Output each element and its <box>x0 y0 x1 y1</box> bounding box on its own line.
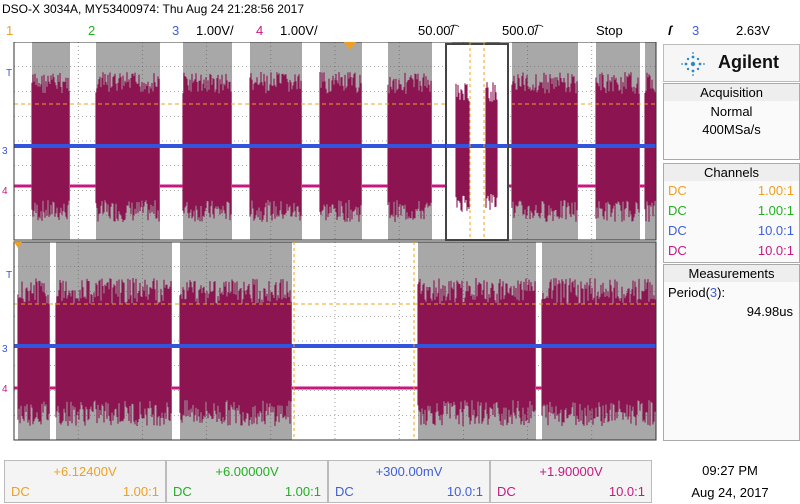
measurements-panel: Period(3): 94.98us <box>663 282 800 441</box>
measurement-value: 94.98us <box>746 304 793 319</box>
channel-1-row[interactable]: DC 1.00:1 <box>668 183 794 203</box>
ch4-number[interactable]: 4 <box>256 23 263 38</box>
waveform-display[interactable]: T 3 4 T 3 4 <box>0 42 660 442</box>
ch3-number[interactable]: 3 <box>172 23 179 38</box>
sparkle-logo-icon <box>681 52 705 76</box>
ch1-probe: 1.00:1 <box>122 484 159 499</box>
clock: 09:27 PM Aug 24, 2017 <box>660 460 800 504</box>
ch4-probe: 10.0:1 <box>608 484 645 499</box>
signal-gap <box>578 42 596 240</box>
signal-gap <box>160 42 183 240</box>
signal-gap <box>536 242 542 440</box>
measurements-header[interactable]: Measurements <box>663 264 800 283</box>
clock-time: 09:27 PM <box>702 463 758 478</box>
ch3-offset-value: +300.00mV <box>375 464 443 479</box>
channel-scale-bar: 1 2 3 1.00V/ 4 1.00V/ 50.00͡/ 500.0͡/ St… <box>0 22 660 42</box>
measurement-label[interactable]: Period(3): <box>668 285 799 300</box>
channel-2-row[interactable]: DC 1.00:1 <box>668 203 794 223</box>
run-state[interactable]: Stop <box>596 23 623 38</box>
brand-name: Agilent <box>718 52 779 72</box>
zoom-window <box>445 43 509 241</box>
ch4-burst <box>179 278 292 426</box>
acquisition-mode: Normal <box>710 104 753 119</box>
signal-gap <box>70 42 96 240</box>
zoom-trigger-marker: T <box>6 270 12 281</box>
ch1-number[interactable]: 1 <box>6 23 13 38</box>
signal-gap <box>302 42 320 240</box>
signal-gap <box>362 42 388 240</box>
ch3-coupling: DC <box>335 484 354 499</box>
ch2-probe: 1.00:1 <box>284 484 321 499</box>
zoom-ch3-marker: 3 <box>2 344 8 355</box>
ch2-coupling: DC <box>173 484 192 499</box>
timebase-zoom: 500.0͡/ <box>502 23 539 38</box>
channel-3-row[interactable]: DC 10.0:1 <box>668 223 794 243</box>
trigger-info: ſ 3 2.63V <box>664 22 800 42</box>
ch1-coupling: DC <box>11 484 30 499</box>
ch4-burst <box>417 278 536 426</box>
brand-logo: Agilent <box>663 44 800 82</box>
ch2-number[interactable]: 2 <box>88 23 95 38</box>
sample-rate: 400MSa/s <box>702 122 761 137</box>
channel-4-row[interactable]: DC 10.0:1 <box>668 243 794 263</box>
ch4-burst <box>55 278 172 426</box>
ch4-scale: 1.00V/ <box>280 23 318 38</box>
ch2-offset-value: +6.00000V <box>215 464 279 479</box>
channels-panel: DC 1.00:1 DC 1.00:1 DC 10.0:1 DC 10.0:1 <box>663 181 800 263</box>
overview-pane <box>13 42 657 241</box>
ch2-offset-cell[interactable]: +6.00000V DC 1.00:1 <box>166 460 328 503</box>
trigger-edge-icon: ſ <box>668 23 672 38</box>
ch4-coupling: DC <box>497 484 516 499</box>
ch4-ground-marker: 4 <box>2 186 8 197</box>
ch3-ground-marker: 3 <box>2 146 8 157</box>
ch4-offset-value: +1.90000V <box>539 464 603 479</box>
channels-header[interactable]: Channels <box>663 163 800 182</box>
zoom-pane <box>13 241 657 441</box>
clock-date: Aug 24, 2017 <box>691 485 769 500</box>
window-title: DSO-X 3034A, MY53400974: Thu Aug 24 21:2… <box>2 2 305 16</box>
trigger-level-marker: T <box>6 68 12 79</box>
ch1-offset-value: +6.12400V <box>53 464 117 479</box>
timebase-main: 50.00͡/ <box>418 23 455 38</box>
ch3-scale: 1.00V/ <box>196 23 234 38</box>
acquisition-header[interactable]: Acquisition <box>663 83 800 102</box>
zoom-ch4-marker: 4 <box>2 384 8 395</box>
ch4-offset-cell[interactable]: +1.90000V DC 10.0:1 <box>490 460 652 503</box>
ch3-offset-cell[interactable]: +300.00mV DC 10.0:1 <box>328 460 490 503</box>
trigger-level: 2.63V <box>736 23 770 38</box>
ch1-offset-cell[interactable]: +6.12400V DC 1.00:1 <box>4 460 166 503</box>
trigger-channel: 3 <box>692 23 700 38</box>
ch3-probe: 10.0:1 <box>446 484 483 499</box>
acquisition-panel: Normal 400MSa/s <box>663 101 800 160</box>
